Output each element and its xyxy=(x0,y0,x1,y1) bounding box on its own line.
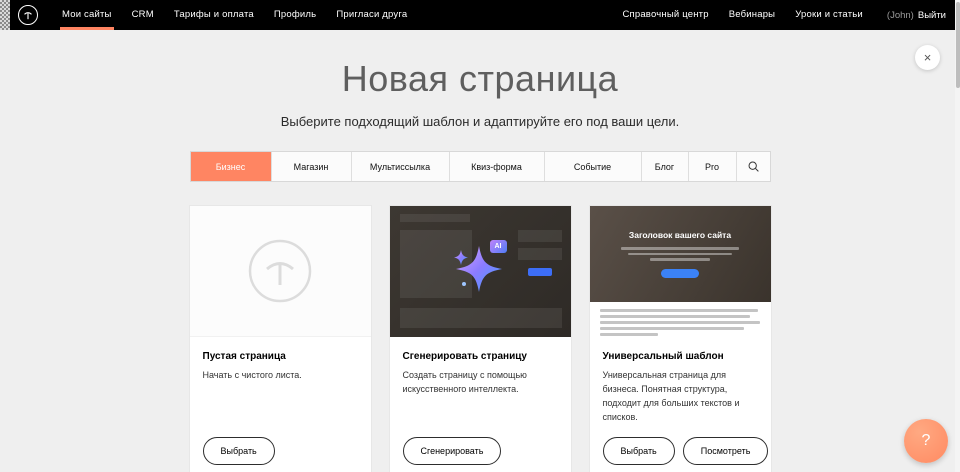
nav-user-block: (John) Выйти xyxy=(873,10,946,21)
question-icon: ? xyxy=(922,432,931,450)
tab-store[interactable]: Магазин xyxy=(271,152,351,181)
tilda-logo-icon xyxy=(21,8,35,22)
mock-button-chip xyxy=(528,268,552,276)
card-title: Пустая страница xyxy=(203,351,358,362)
tab-business[interactable]: Бизнес xyxy=(191,152,271,181)
tab-event[interactable]: Событие xyxy=(544,152,641,181)
nav-item-invite-friend[interactable]: Пригласи друга xyxy=(326,0,417,30)
nav-item-profile[interactable]: Профиль xyxy=(264,0,326,30)
preview-hero-title: Заголовок вашего сайта xyxy=(629,230,731,240)
search-icon xyxy=(747,160,760,173)
window-edge-texture xyxy=(0,0,10,30)
mock-block xyxy=(518,230,562,242)
preview-cta-button xyxy=(661,269,699,278)
page-subtitle: Выберите подходящий шаблон и адаптируйте… xyxy=(0,114,960,129)
tab-blog[interactable]: Блог xyxy=(641,152,688,181)
card-actions: Сгенерировать xyxy=(403,425,558,465)
nav-item-my-sites[interactable]: Мои сайты xyxy=(52,0,122,30)
nav-item-help-center[interactable]: Справочный центр xyxy=(612,0,718,30)
card-blank-page: Пустая страница Начать с чистого листа. … xyxy=(190,206,371,472)
nav-right-group: Справочный центр Вебинары Уроки и статьи… xyxy=(612,0,946,30)
nav-item-webinars[interactable]: Вебинары xyxy=(719,0,786,30)
blank-page-preview[interactable] xyxy=(190,206,371,337)
tilda-logo[interactable] xyxy=(18,5,38,25)
template-category-tabs: Бизнес Магазин Мультиссылка Квиз-форма С… xyxy=(190,151,771,182)
preview-text-line xyxy=(628,253,732,256)
mock-block xyxy=(518,248,562,260)
card-universal-template: Заголовок вашего сайта Универсальный шаб… xyxy=(590,206,771,472)
top-navbar: Мои сайты CRM Тарифы и оплата Профиль Пр… xyxy=(0,0,960,30)
tab-multilink[interactable]: Мультиссылка xyxy=(351,152,449,181)
card-title: Сгенерировать страницу xyxy=(403,351,558,362)
mock-block xyxy=(400,308,562,328)
nav-item-crm[interactable]: CRM xyxy=(122,0,164,30)
preview-text-line xyxy=(600,327,744,330)
logout-link[interactable]: Выйти xyxy=(918,10,946,21)
help-button[interactable]: ? xyxy=(904,419,948,463)
card-ai-generate: AI Сгенерировать страницу Создать страни… xyxy=(390,206,571,472)
ai-badge: AI xyxy=(490,240,507,253)
view-universal-button[interactable]: Посмотреть xyxy=(683,437,769,465)
new-page-screen: Мои сайты CRM Тарифы и оплата Профиль Пр… xyxy=(0,0,960,472)
close-icon: × xyxy=(924,50,932,65)
vertical-scrollbar[interactable] xyxy=(955,0,960,472)
nav-item-tariffs[interactable]: Тарифы и оплата xyxy=(164,0,264,30)
card-description: Универсальная страница для бизнеса. Поня… xyxy=(603,369,758,425)
preview-text-line xyxy=(600,309,758,312)
template-cards-row: Пустая страница Начать с чистого листа. … xyxy=(190,206,771,472)
preview-text-line xyxy=(600,321,760,324)
choose-blank-button[interactable]: Выбрать xyxy=(203,437,275,465)
scrollbar-thumb[interactable] xyxy=(956,2,960,88)
nav-item-lessons[interactable]: Уроки и статьи xyxy=(785,0,873,30)
card-actions: Выбрать xyxy=(203,425,358,465)
universal-template-preview[interactable]: Заголовок вашего сайта xyxy=(590,206,771,337)
choose-universal-button[interactable]: Выбрать xyxy=(603,437,675,465)
mock-block xyxy=(400,214,470,222)
ai-generate-preview[interactable]: AI xyxy=(390,206,571,337)
nav-left-group: Мои сайты CRM Тарифы и оплата Профиль Пр… xyxy=(52,0,417,30)
card-body: Сгенерировать страницу Создать страницу … xyxy=(390,337,571,472)
preview-text-line xyxy=(600,333,658,336)
preview-text-line xyxy=(600,315,750,318)
card-description: Создать страницу с помощью искусственног… xyxy=(403,369,558,397)
card-body: Универсальный шаблон Универсальная стран… xyxy=(590,337,771,472)
tab-pro[interactable]: Pro xyxy=(688,152,736,181)
card-title: Универсальный шаблон xyxy=(603,351,758,362)
page-title: Новая страница xyxy=(0,58,960,100)
close-button[interactable]: × xyxy=(915,45,940,70)
card-body: Пустая страница Начать с чистого листа. … xyxy=(190,337,371,472)
card-actions: Выбрать Посмотреть xyxy=(603,425,758,465)
preview-text-section xyxy=(590,302,771,336)
user-name: (John) xyxy=(887,10,914,21)
preview-text-line xyxy=(621,247,739,250)
generate-button[interactable]: Сгенерировать xyxy=(403,437,502,465)
preview-text-line xyxy=(650,258,710,261)
tab-search[interactable] xyxy=(736,152,770,181)
tab-quiz-form[interactable]: Квиз-форма xyxy=(449,152,544,181)
card-description: Начать с чистого листа. xyxy=(203,369,358,383)
tilda-watermark-icon xyxy=(247,238,313,304)
preview-hero: Заголовок вашего сайта xyxy=(590,206,771,302)
